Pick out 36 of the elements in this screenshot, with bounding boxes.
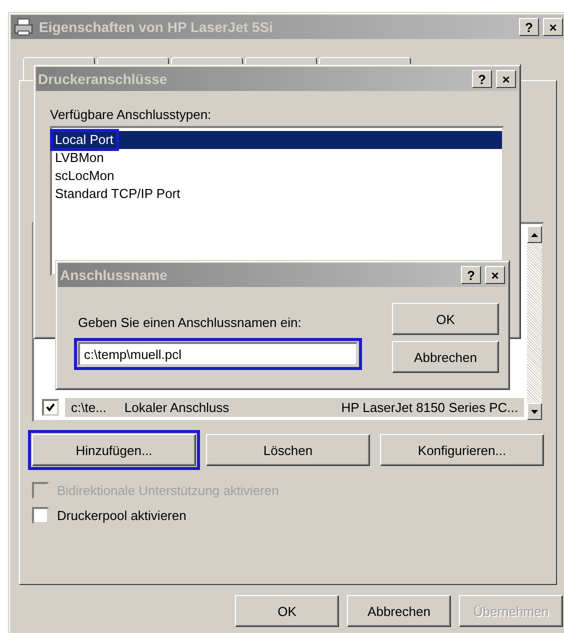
checkmark-icon [45,402,56,413]
list-label: Verfügbare Anschlusstypen: [50,107,212,122]
title-bar-button[interactable]: × [485,266,505,284]
list-item[interactable]: LVBMon [52,149,502,167]
title-bar-button[interactable]: ? [461,266,481,284]
port-row[interactable]: c:\te... Lokaler Anschluss HP LaserJet 8150 Series PC... [65,398,524,417]
list-item[interactable]: Local Port [52,131,502,149]
table-cell: Lokaler Anschluss [124,400,230,415]
scroll-up-button[interactable] [527,226,542,243]
title-bar-button[interactable]: ? [519,18,539,36]
printer-icon [13,17,35,37]
dialog-button[interactable]: Abbrechen [392,341,499,373]
table-cell: HP LaserJet 8150 Series PC... [341,400,518,415]
down-arrow-icon [531,410,538,414]
port-button[interactable]: Löschen [206,434,370,466]
port-button[interactable]: Konfigurieren... [380,434,544,466]
field-label: Geben Sie einen Anschlussnamen ein: [78,315,302,330]
table-cell: c:\te... [71,400,106,415]
port-name-field[interactable]: c:\temp\muell.pcl [78,342,358,366]
title-bar-button[interactable]: ? [472,70,492,88]
port-button[interactable]: Hinzufügen... [32,434,196,466]
title-bar-button[interactable]: × [543,18,563,36]
checkbox-label: Druckerpool aktivieren [57,508,186,523]
checkbox[interactable] [32,507,49,524]
dialog-button[interactable]: OK [392,303,499,335]
title-bar-button[interactable]: × [496,70,516,88]
window-title: Eigenschaften von HP LaserJet 5Si [39,19,274,35]
list-item[interactable]: Standard TCP/IP Port [52,185,502,203]
up-arrow-icon [531,232,538,236]
scroll-down-button[interactable] [527,403,542,420]
list-item[interactable]: scLocMon [52,167,502,185]
checkbox[interactable] [42,399,59,416]
dialog-title: Druckeranschlüsse [38,71,168,87]
dialog-title: Anschlussname [60,267,168,283]
dialog-button[interactable]: OK [235,595,339,627]
dialog-button[interactable]: Abbrechen [347,595,451,627]
